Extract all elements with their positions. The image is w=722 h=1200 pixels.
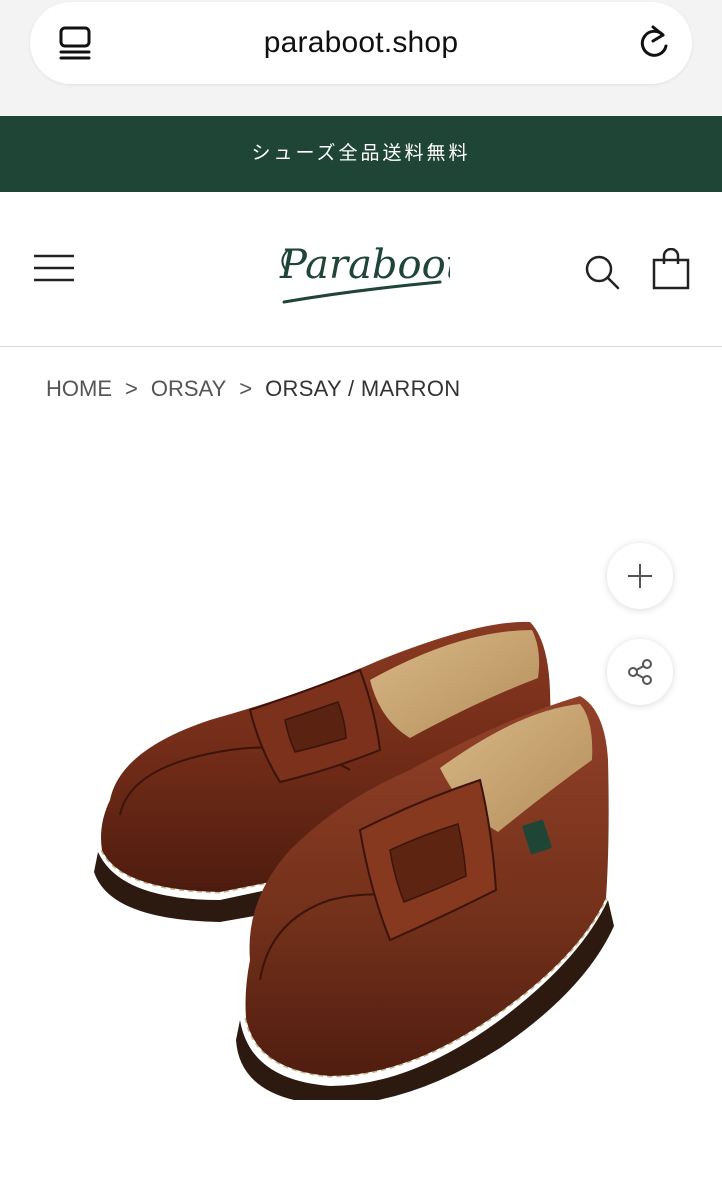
- promo-banner: シューズ全品送料無料: [0, 116, 722, 192]
- breadcrumb: HOME > ORSAY > ORSAY / MARRON: [46, 376, 460, 402]
- breadcrumb-home-link[interactable]: HOME: [46, 376, 112, 401]
- breadcrumb-separator: >: [239, 376, 253, 401]
- share-icon: [628, 659, 652, 685]
- share-button[interactable]: [607, 639, 673, 705]
- breadcrumb-orsay-link[interactable]: ORSAY: [151, 376, 226, 401]
- product-image[interactable]: [80, 600, 640, 1100]
- paraboot-logo[interactable]: Paraboot: [274, 230, 450, 310]
- plus-icon: [628, 564, 652, 588]
- hamburger-menu-icon[interactable]: [34, 254, 74, 282]
- shopping-bag-icon[interactable]: [652, 248, 690, 290]
- url-text[interactable]: paraboot.shop: [30, 26, 692, 60]
- breadcrumb-current: ORSAY / MARRON: [265, 376, 461, 401]
- address-bar[interactable]: paraboot.shop: [30, 2, 692, 84]
- reload-icon[interactable]: [636, 24, 672, 62]
- browser-toolbar: paraboot.shop: [0, 0, 722, 116]
- site-header: Paraboot: [0, 192, 722, 347]
- search-icon[interactable]: [584, 254, 620, 290]
- logo-text: Paraboot: [279, 242, 450, 288]
- breadcrumb-separator: >: [125, 376, 138, 401]
- add-button[interactable]: [607, 543, 673, 609]
